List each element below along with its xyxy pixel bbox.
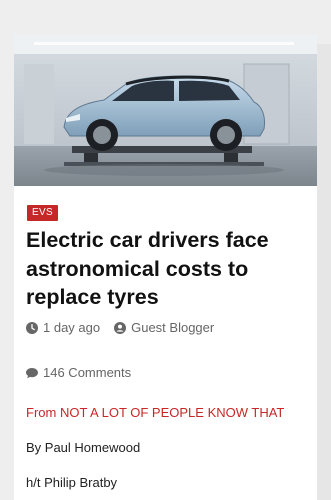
- post-byline: By Paul Homewood: [26, 440, 141, 455]
- post-hat-tip: h/t Philip Bratby: [26, 475, 118, 490]
- category-badge[interactable]: EVS: [27, 205, 58, 221]
- post-card: EVS Electric car drivers face astronomic…: [14, 34, 317, 500]
- comment-icon: [26, 367, 38, 378]
- post-featured-image[interactable]: [14, 34, 317, 186]
- post-date[interactable]: 1 day ago: [43, 320, 100, 335]
- post-author[interactable]: Guest Blogger: [131, 320, 214, 335]
- comments-link[interactable]: 146 Comments: [26, 365, 131, 380]
- page-scroll-edge: [317, 44, 331, 500]
- clock-icon: [26, 321, 38, 334]
- source-link[interactable]: From NOT A LOT OF PEOPLE KNOW THAT: [26, 405, 284, 420]
- post-meta: 1 day ago Guest Blogger: [26, 320, 214, 335]
- comments-count[interactable]: 146 Comments: [43, 365, 131, 380]
- user-icon: [114, 321, 127, 334]
- post-title[interactable]: Electric car drivers face astronomical c…: [26, 226, 308, 312]
